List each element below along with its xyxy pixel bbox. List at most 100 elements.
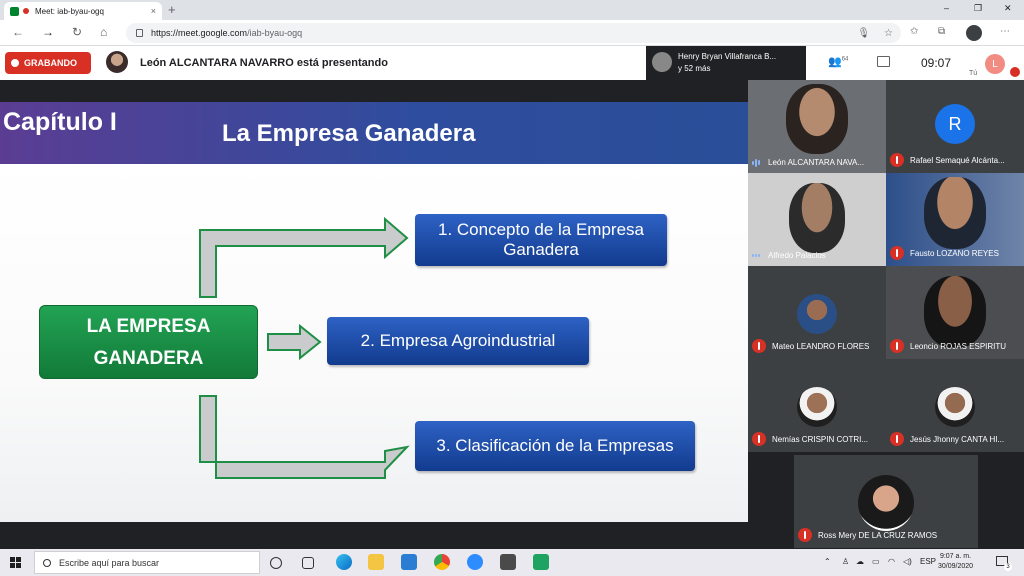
self-label: Tú (969, 70, 978, 77)
participant-name: Rafael Semaqué Alcánta... (910, 155, 1005, 165)
participant-tile[interactable]: Mateo LEANDRO FLORES (748, 266, 886, 359)
main-concept-line2: GANADERA (93, 348, 204, 369)
participant-count: 64 (841, 56, 849, 63)
notification-count: 3 (1004, 563, 1012, 571)
search-placeholder: Escribe aquí para buscar (59, 557, 160, 568)
participant-initial-avatar: R (935, 104, 975, 144)
collections-icon[interactable]: ⧉ (938, 26, 945, 37)
start-button[interactable] (10, 557, 21, 568)
mail-icon[interactable] (401, 554, 417, 570)
tray-chevron-icon[interactable]: ⌃ (824, 557, 831, 566)
others-count: y 52 más (678, 64, 711, 73)
wifi-icon[interactable]: ◠ (888, 557, 895, 566)
restore-button[interactable]: ❐ (974, 3, 982, 14)
participant-tile[interactable]: Alfredo Palacios (748, 173, 886, 266)
back-icon[interactable]: ← (12, 25, 24, 39)
other-participants-chip[interactable]: Henry Bryan Villafranca B... y 52 más (646, 46, 806, 80)
participant-name: Jesús Jhonny CANTA HI... (910, 434, 1005, 444)
participant-video (789, 183, 845, 253)
mic-off-icon (890, 432, 904, 446)
mic-off-icon (752, 432, 766, 446)
volume-icon[interactable]: ◁) (903, 557, 912, 566)
participant-avatar (797, 387, 837, 427)
clock-date: 30/09/2020 (938, 563, 974, 570)
participant-tile[interactable]: Fausto LOZANO REYES (886, 173, 1024, 266)
chrome-icon[interactable] (434, 554, 450, 570)
star-icon[interactable]: ☆ (884, 28, 893, 39)
topic-1-line1: 1. Concepto de la Empresa (437, 220, 644, 239)
cortana-icon[interactable] (270, 557, 282, 569)
participant-tile[interactable]: Nemías CRISPIN COTRI... (748, 359, 886, 452)
participant-video (924, 177, 986, 249)
close-window-button[interactable]: ✕ (1004, 3, 1012, 14)
cloud-icon[interactable]: ☁ (856, 557, 864, 566)
self-avatar[interactable]: L (985, 54, 1005, 74)
mic-off-icon (798, 528, 812, 542)
participant-name: León ALCANTARA NAVA... (768, 158, 865, 167)
minimize-button[interactable]: – (944, 3, 949, 13)
main-concept-line1: LA EMPRESA (86, 316, 211, 337)
participant-avatar (652, 52, 672, 72)
participant-tile[interactable]: Leoncio ROJAS ESPIRITU (886, 266, 1024, 359)
record-dot-icon (11, 59, 19, 67)
others-name: Henry Bryan Villafranca B... (678, 52, 777, 61)
file-explorer-icon[interactable] (368, 554, 384, 570)
recording-badge: GRABANDO (5, 52, 91, 74)
new-tab-button[interactable]: + (168, 2, 176, 18)
participant-name: Alfredo Palacios (768, 251, 826, 260)
topic-box-3: 3. Clasificación de la Empresas (415, 421, 695, 471)
people-icon: 👥 (828, 56, 842, 68)
taskbar-search[interactable]: Escribe aquí para buscar (34, 551, 260, 574)
meet-favicon-icon (10, 6, 19, 16)
url-path: /iab-byau-ogq (247, 28, 303, 38)
clock-time: 9:07 a. m. (939, 553, 972, 560)
chat-icon[interactable] (877, 56, 890, 67)
participant-name: Leoncio ROJAS ESPIRITU (910, 341, 1007, 351)
presentation-stage: Capítulo I La Empresa Ganadera LA EMPRES… (0, 80, 748, 549)
speaking-icon (752, 158, 762, 167)
mic-off-icon (890, 153, 904, 167)
participant-avatar (858, 475, 914, 531)
participant-video (924, 276, 986, 348)
whatsapp-icon[interactable] (533, 554, 549, 570)
participant-tile[interactable]: Jesús Jhonny CANTA HI... (886, 359, 1024, 452)
task-view-icon[interactable] (302, 557, 314, 569)
taskbar-clock[interactable]: 9:07 a. m. 30/09/2020 (938, 552, 973, 572)
people-button[interactable]: 👥64 (828, 55, 848, 68)
reload-icon[interactable]: ↻ (72, 25, 82, 39)
language-indicator[interactable]: ESP (920, 557, 936, 566)
browser-toolbar: ← → ↻ ⌂ https://meet.google.com/iab-byau… (0, 20, 1024, 46)
main-concept-box: LA EMPRESA GANADERA (39, 305, 258, 379)
favorites-icon[interactable]: ✩ (910, 26, 918, 37)
microphone-icon[interactable]: 🎙 (857, 28, 870, 39)
calculator-icon[interactable] (500, 554, 516, 570)
participant-avatar (935, 387, 975, 427)
battery-icon[interactable]: ▭ (872, 557, 880, 566)
presenter-avatar (106, 51, 128, 73)
topic-box-1: 1. Concepto de la Empresa Ganadera (415, 214, 667, 266)
participant-tile[interactable]: Ross Mery DE LA CRUZ RAMOS (794, 455, 978, 548)
more-menu-icon[interactable]: ⋯ (1000, 26, 1010, 37)
participant-tile[interactable]: León ALCANTARA NAVA... (748, 80, 886, 173)
participant-video (786, 84, 848, 154)
zoom-icon[interactable] (467, 554, 483, 570)
topic-2-label: 2. Empresa Agroindustrial (360, 331, 556, 350)
forward-icon[interactable]: → (42, 25, 54, 39)
tab-close-icon[interactable]: × (151, 6, 156, 16)
speaking-icon (752, 252, 762, 260)
presenting-status: León ALCANTARA NAVARRO está presentando (140, 57, 388, 69)
self-mic-off-icon (1010, 67, 1020, 77)
participant-name: Nemías CRISPIN COTRI... (772, 434, 869, 444)
participant-tile[interactable]: R Rafael Semaqué Alcánta... (886, 80, 1024, 173)
lock-icon (136, 29, 143, 37)
url-host: https://meet.google.com (151, 28, 248, 38)
edge-icon[interactable] (336, 554, 352, 570)
topic-1-line2: Ganadera (503, 240, 579, 259)
profile-avatar[interactable] (966, 25, 982, 41)
browser-tab[interactable]: Meet: iab-byau-ogq × (4, 2, 162, 20)
address-bar[interactable]: https://meet.google.com/iab-byau-ogq 🎙 ☆ (126, 23, 901, 43)
meet-top-bar: GRABANDO León ALCANTARA NAVARRO está pre… (0, 46, 1024, 80)
home-icon[interactable]: ⌂ (100, 25, 107, 39)
people-tray-icon[interactable]: ♙ (842, 557, 849, 566)
recording-indicator-icon (23, 8, 29, 14)
